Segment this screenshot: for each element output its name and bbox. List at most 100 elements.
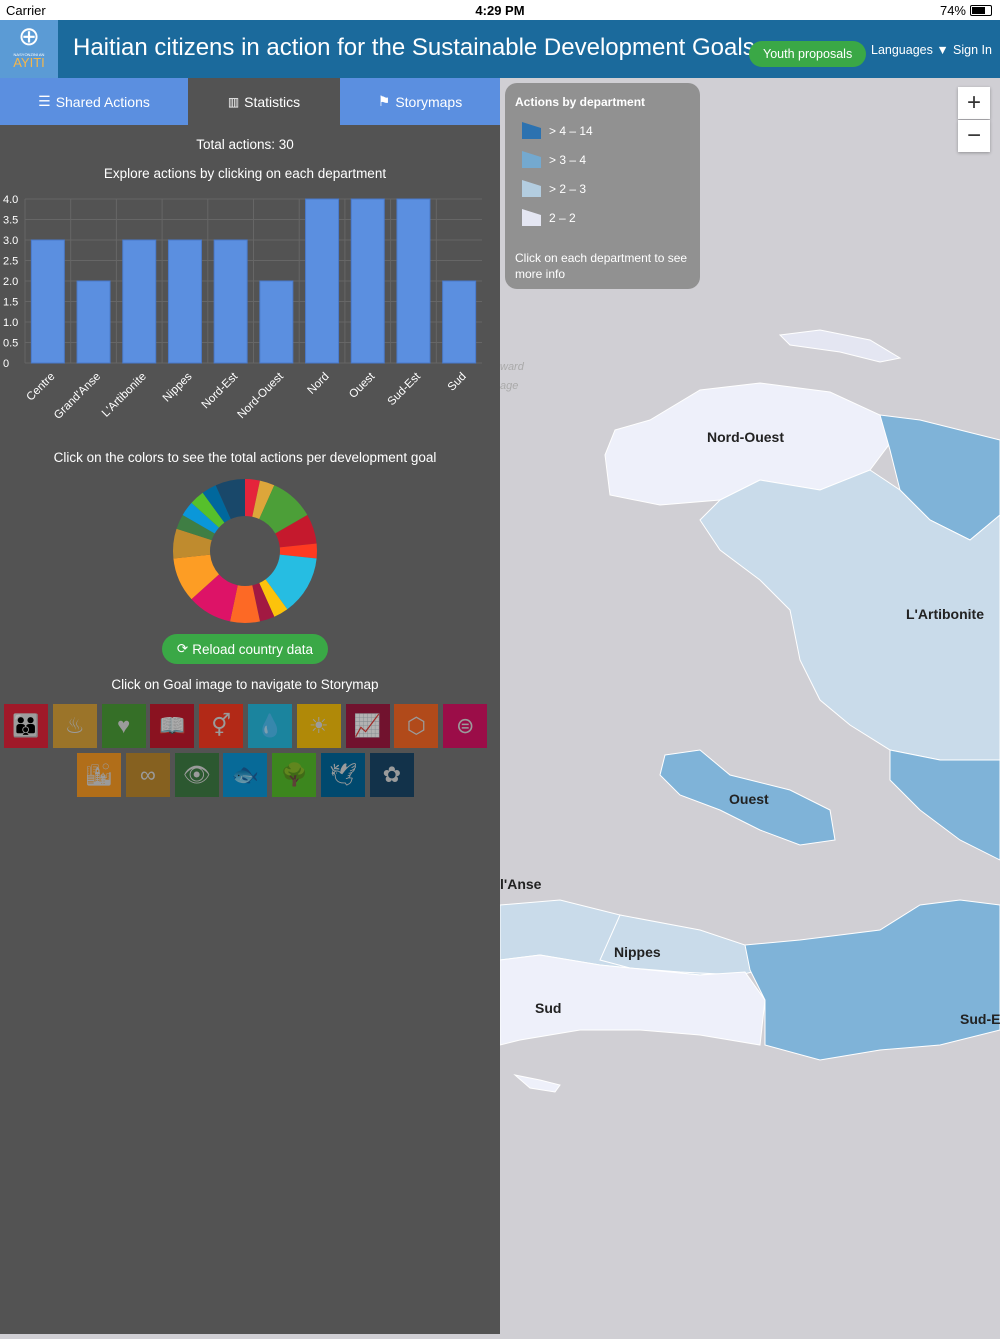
sdg-goal-16-icon: 🕊 <box>329 762 357 787</box>
label-nippes: Nippes <box>614 944 661 960</box>
bar-centre[interactable] <box>30 239 65 364</box>
base-label: ward <box>500 361 525 373</box>
department-bar-chart: 0 0.5 1.0 1.5 2.0 2.5 3.0 3.5 4.0 CentreGrand'Ans… <box>3 194 482 422</box>
y-tick-label: 1.5 <box>3 297 18 309</box>
youth-proposals-button[interactable]: Youth proposals <box>749 41 867 67</box>
x-tick-label: Ouest <box>347 370 378 401</box>
y-tick-label: 4.0 <box>3 194 18 206</box>
sdg-goal-11-tile[interactable]: 🏙 <box>77 753 121 797</box>
total-actions: Total actions: 30 <box>196 137 294 152</box>
sdg-goal-8-tile[interactable]: 📈 <box>345 704 390 748</box>
bar-sud-est[interactable] <box>396 198 431 364</box>
goals-donut-chart <box>173 479 317 623</box>
tab-storymaps[interactable]: ⚑ Storymaps <box>340 78 500 125</box>
page-title: Haitian citizens in action for the Susta… <box>73 34 755 61</box>
sdg-goal-9-icon: ⬡ <box>406 713 426 738</box>
sdg-goal-13-tile[interactable]: 👁 <box>174 753 219 797</box>
sdg-goal-2-icon: ♨ <box>64 713 85 738</box>
sdg-goal-14-tile[interactable]: 🐟 <box>223 753 268 797</box>
sdg-goal-1-tile[interactable]: 👪 <box>4 704 48 748</box>
zoom-in-button[interactable]: + <box>958 87 990 119</box>
tab-statistics[interactable]: ▥ Statistics <box>188 78 340 125</box>
label-sud-est: Sud-E <box>960 1011 1000 1027</box>
y-tick-label: 3.0 <box>3 235 18 247</box>
base-label: age <box>500 380 518 392</box>
bar-nord[interactable] <box>305 198 340 364</box>
dept-sud-est[interactable] <box>744 899 1000 1061</box>
y-tick-label: 2.0 <box>3 276 18 288</box>
sdg-goal-10-icon: ⊜ <box>455 713 475 738</box>
y-tick-label: 3.5 <box>3 215 18 227</box>
sdg-goal-15-icon: 🌳 <box>280 762 308 787</box>
x-tick-label: Nord-Ouest <box>235 370 286 421</box>
dept-ouest-main[interactable] <box>889 749 1000 861</box>
legend-swatch <box>522 209 541 226</box>
legend-label: > 3 – 4 <box>549 152 587 167</box>
sdg-goal-6-tile[interactable]: 💧 <box>248 704 292 748</box>
x-tick-label: Nippes <box>161 370 195 404</box>
legend-swatch <box>522 180 541 197</box>
sdg-goal-16-tile[interactable]: 🕊 <box>321 753 365 797</box>
bar-l-artibonite[interactable] <box>122 239 157 364</box>
sdg-goal-17-tile[interactable]: ✿ <box>369 753 414 797</box>
reload-label: Reload country data <box>192 641 314 657</box>
y-tick-label: 1.0 <box>3 317 18 329</box>
goal-nav-caption: Click on Goal image to navigate to Story… <box>111 677 379 692</box>
sdg-goal-7-tile[interactable]: ☀ <box>296 704 341 748</box>
y-tick-label: 0 <box>3 358 9 370</box>
sdg-goal-2-tile[interactable]: ♨ <box>52 704 97 748</box>
sdg-goal-8-icon: 📈 <box>353 713 382 738</box>
bar-sud[interactable] <box>442 280 477 364</box>
un-logo[interactable]: ⊕ NASYONZINI AN AYITI <box>0 20 58 78</box>
sdg-goal-5-tile[interactable]: ⚥ <box>199 704 244 748</box>
sdg-goal-3-tile[interactable]: ♥ <box>101 704 146 748</box>
sign-in-link[interactable]: Sign In <box>953 43 992 57</box>
bar-grand-anse[interactable] <box>76 280 111 364</box>
legend-title: Actions by department <box>515 95 646 109</box>
x-tick-label: Sud-Est <box>386 370 424 408</box>
legend-item: > 4 – 14 <box>515 116 690 145</box>
status-bar: Carrier 4:29 PM 74% <box>0 0 1000 20</box>
un-emblem-icon: ⊕ <box>18 21 40 51</box>
reload-country-data-button[interactable]: ⟳ Reload country data <box>162 634 328 664</box>
label-artibonite: L'Artibonite <box>906 606 984 622</box>
x-tick-label: Sud <box>446 371 469 394</box>
sdg-goal-15-tile[interactable]: 🌳 <box>272 753 317 797</box>
y-tick-label: 0.5 <box>3 338 18 350</box>
bar-ouest[interactable] <box>350 198 385 364</box>
bar-nord-est[interactable] <box>213 239 248 364</box>
label-ouest: Ouest <box>729 791 769 807</box>
x-tick-label: Grand'Anse <box>52 371 103 422</box>
bar-nord-ouest[interactable] <box>259 280 294 364</box>
sdg-goal-10-tile[interactable]: ⊜ <box>443 704 488 748</box>
sdg-goal-11-icon: 🏙 <box>85 762 113 787</box>
legend-label: > 4 – 14 <box>549 123 593 138</box>
bar-nippes[interactable] <box>167 239 202 364</box>
languages-dropdown[interactable]: Languages ▼ <box>871 43 949 57</box>
zoom-out-button[interactable]: − <box>958 120 990 152</box>
list-icon: ☰ <box>38 93 51 109</box>
tab-shared-actions[interactable]: ☰ Shared Actions <box>0 78 188 125</box>
legend-swatch <box>522 122 541 139</box>
sdg-goal-17-icon: ✿ <box>382 762 402 787</box>
sdg-goal-9-tile[interactable]: ⬡ <box>394 704 439 748</box>
legend-item: > 3 – 4 <box>515 145 690 174</box>
side-panel: ☰ Shared Actions ▥ Statistics ⚑ Storymaps T… <box>0 78 500 1334</box>
header: ⊕ NASYONZINI AN AYITI Haitian citizens in … <box>0 20 1000 78</box>
reload-icon: ⟳ <box>176 641 189 656</box>
tab-label: Statistics <box>244 93 301 110</box>
tab-label: Shared Actions <box>55 93 150 110</box>
sdg-goal-3-icon: ♥ <box>117 713 131 738</box>
sdg-goal-12-tile[interactable]: ∞ <box>125 753 170 797</box>
sdg-goal-5-icon: ⚥ <box>211 713 232 738</box>
label-sud: Sud <box>535 1000 561 1016</box>
y-tick-label: 2.5 <box>3 256 18 268</box>
legend-hint: Click on each department to see more inf… <box>515 251 688 281</box>
x-tick-label: L'Artibonite <box>100 371 149 420</box>
legend-label: > 2 – 3 <box>549 181 587 196</box>
legend-item: > 2 – 3 <box>515 174 690 203</box>
legend-swatch <box>522 151 541 168</box>
sdg-goal-12-icon: ∞ <box>139 762 156 787</box>
sdg-goal-4-tile[interactable]: 📖 <box>150 704 195 748</box>
map-legend: Actions by department > 4 – 14 > 3 – 4 >… <box>505 83 700 289</box>
